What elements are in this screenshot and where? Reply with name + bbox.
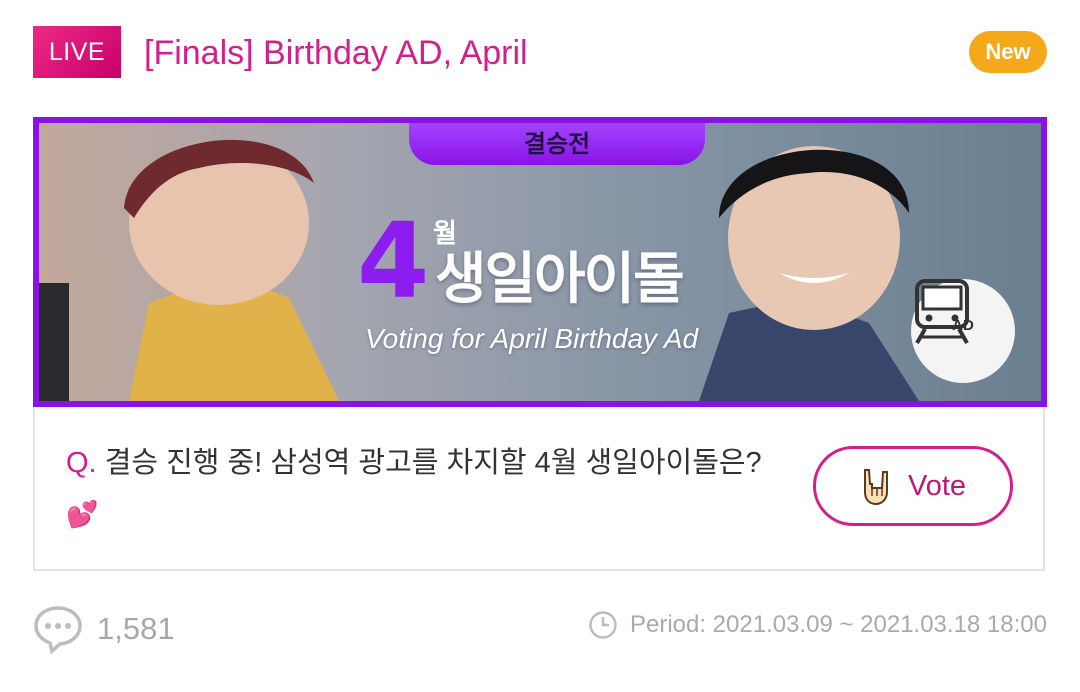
rock-hand-icon: [863, 469, 888, 506]
poll-question: Q. 결승 진행 중! 삼성역 광고를 차지할 4월 생일아이돌은?💕: [66, 438, 786, 540]
comment-bubble-icon: [34, 606, 82, 654]
live-badge: LIVE: [33, 26, 121, 78]
ad-label: AD: [952, 317, 974, 334]
banner-month-number: 4: [357, 200, 429, 322]
heart-emoji: 💕: [66, 499, 99, 529]
comment-count: 1,581: [97, 611, 175, 646]
poll-banner[interactable]: 결승전 4 월 생일아이돌 Voting for April Birthday …: [33, 117, 1047, 407]
period-text: Period: 2021.03.09 ~ 2021.03.18 18:00: [629, 611, 1047, 638]
banner-month-label: 월: [433, 219, 457, 249]
poll-title[interactable]: [Finals] Birthday AD, April: [144, 30, 528, 76]
banner-title: 생일아이돌: [435, 247, 685, 312]
question-prefix: Q.: [66, 447, 97, 479]
question-text: 결승 진행 중! 삼성역 광고를 차지할 4월 생일아이돌은?: [104, 447, 762, 479]
new-badge: New: [969, 31, 1047, 73]
subway-ad-icon: AD: [911, 279, 1015, 383]
clock-icon: [589, 611, 617, 639]
vote-button[interactable]: Vote: [813, 446, 1013, 526]
finals-tag: 결승전: [409, 123, 705, 165]
banner-subtitle: Voting for April Birthday Ad: [365, 323, 699, 354]
vote-label: Vote: [907, 469, 967, 502]
poll-period: Period: 2021.03.09 ~ 2021.03.18 18:00: [588, 610, 1047, 640]
comments[interactable]: 1,581: [33, 604, 175, 654]
